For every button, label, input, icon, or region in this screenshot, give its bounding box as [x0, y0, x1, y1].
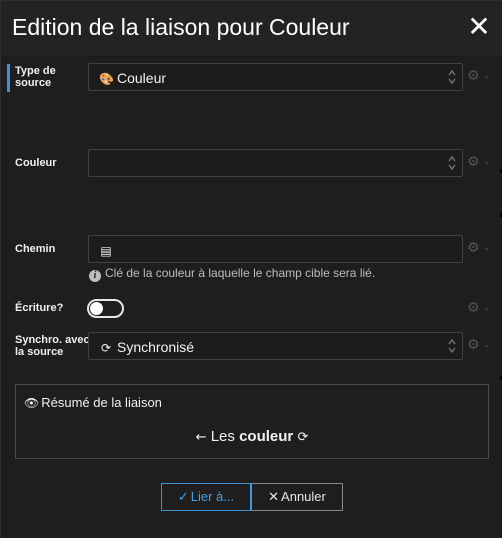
gear-icon: ⚙ — [467, 337, 480, 353]
sync-label-line2: la source — [15, 346, 64, 358]
chevron-down-icon: ⌄ — [483, 243, 491, 253]
sync-select[interactable]: ⟳ Synchronisé — [88, 332, 463, 360]
check-icon: ✓ — [177, 490, 189, 505]
sync-icon: ⟳ — [297, 430, 309, 445]
chevron-down-icon: ⌄ — [483, 303, 491, 313]
path-value: ▤ — [99, 242, 117, 258]
select-arrows-icon — [448, 154, 456, 172]
write-toggle[interactable] — [87, 299, 124, 318]
summary-field: couleur — [239, 428, 294, 445]
color-options[interactable]: ⚙ ⌄ — [467, 154, 493, 170]
bind-button[interactable]: ✓ Lier à... — [161, 483, 251, 511]
gear-icon: ⚙ — [467, 154, 480, 170]
source-type-value: 🎨 Couleur — [99, 70, 166, 86]
sync-icon: ⟳ — [100, 341, 112, 355]
cancel-button-label: Annuler — [281, 489, 326, 504]
palette-icon: 🎨 — [99, 72, 114, 86]
path-hint: i Clé de la couleur à laquelle le champ c… — [89, 266, 375, 282]
cancel-button[interactable]: ✕ Annuler — [251, 483, 343, 511]
bind-button-label: Lier à... — [190, 489, 235, 504]
sync-text: Synchronisé — [117, 339, 195, 355]
eye-icon: 👁 — [24, 396, 40, 410]
source-type-label: Type de source — [15, 65, 56, 89]
dialog-content — [1, 57, 502, 538]
active-field-indicator — [7, 64, 10, 92]
source-type-text: Couleur — [117, 70, 167, 86]
summary-line: ← Les couleur ⟳ — [16, 428, 488, 445]
select-arrows-icon — [448, 68, 456, 86]
gear-icon: ⚙ — [467, 68, 480, 84]
chevron-down-icon: ⌄ — [483, 157, 491, 167]
chevron-down-icon: ⌄ — [483, 340, 491, 350]
gear-icon: ⚙ — [467, 240, 480, 256]
binding-summary: 👁 Résumé de la liaison ← Les couleur ⟳ — [15, 384, 489, 459]
sync-label-line1: Synchro. avec — [15, 334, 90, 346]
color-select[interactable] — [88, 149, 463, 177]
chevron-down-icon: ⌄ — [483, 71, 491, 81]
sync-options[interactable]: ⚙ ⌄ — [467, 337, 493, 353]
gear-icon: ⚙ — [467, 300, 480, 316]
write-label: Écriture? — [15, 302, 64, 314]
summary-title-text: Résumé de la liaison — [41, 395, 162, 410]
sync-label: Synchro. avec la source — [15, 334, 90, 358]
select-arrows-icon — [448, 337, 456, 355]
source-type-label-line1: Type de — [15, 65, 56, 77]
source-type-select[interactable]: 🎨 Couleur — [88, 63, 463, 91]
path-label: Chemin — [15, 243, 56, 255]
close-icon: ✕ — [268, 490, 280, 505]
arrow-left-icon: ← — [195, 430, 207, 445]
color-label: Couleur — [15, 157, 57, 169]
toggle-knob — [90, 302, 103, 315]
sync-value: ⟳ Synchronisé — [99, 339, 194, 355]
source-type-label-line2: source — [15, 77, 52, 89]
source-type-options[interactable]: ⚙ ⌄ — [467, 68, 493, 84]
close-icon[interactable]: ✕ — [467, 13, 491, 41]
dialog-title: Edition de la liaison pour Couleur — [12, 14, 350, 40]
summary-title: 👁 Résumé de la liaison — [24, 395, 162, 410]
dialog-header: Edition de la liaison pour Couleur ✕ — [1, 1, 502, 57]
info-icon: i — [89, 270, 101, 282]
list-icon: ▤ — [100, 244, 112, 258]
path-input[interactable]: ▤ — [88, 235, 463, 263]
path-hint-text: Clé de la couleur à laquelle le champ ci… — [105, 266, 376, 280]
binding-dialog: Edition de la liaison pour Couleur ✕ Typ… — [0, 0, 502, 538]
path-options[interactable]: ⚙ ⌄ — [467, 240, 493, 256]
summary-prefix: Les — [210, 428, 235, 445]
write-options[interactable]: ⚙ ⌄ — [467, 300, 493, 316]
